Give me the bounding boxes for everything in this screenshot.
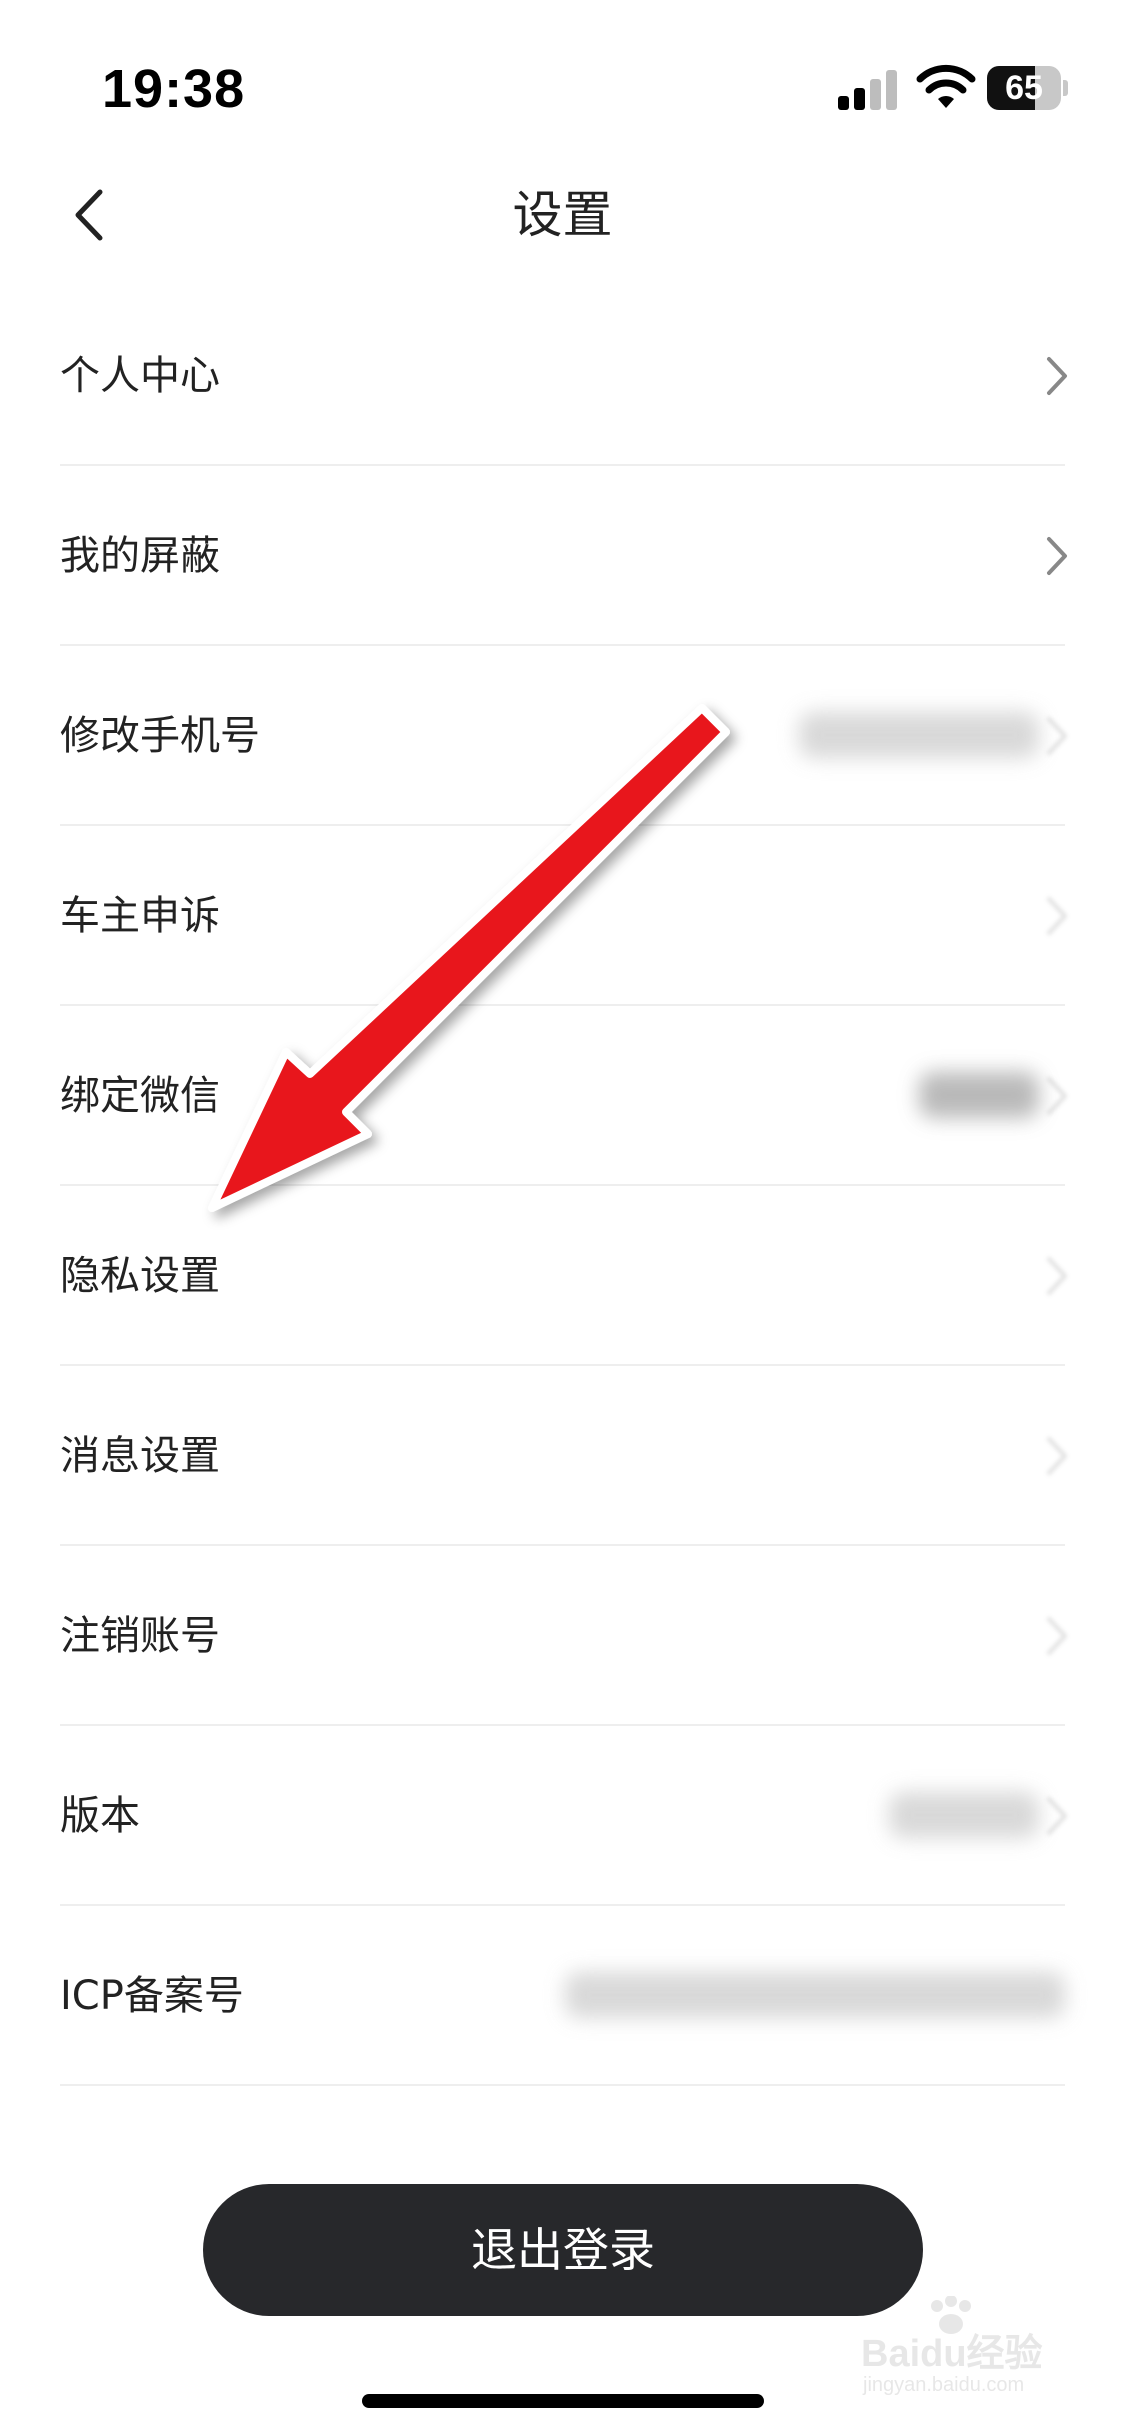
settings-item-personal-center[interactable]: 个人中心 (0, 286, 1125, 466)
settings-item-owner-appeal[interactable]: 车主申诉 (0, 826, 1125, 1006)
status-bar: 19:38 65 (0, 0, 1125, 180)
settings-item-version[interactable]: 版本 (0, 1726, 1125, 1906)
chevron-right-icon (1047, 717, 1067, 755)
chevron-right-icon (1047, 1257, 1067, 1295)
settings-item-my-blocked[interactable]: 我的屏蔽 (0, 466, 1125, 646)
settings-item-privacy[interactable]: 隐私设置 (0, 1186, 1125, 1366)
settings-item-label: 我的屏蔽 (60, 533, 220, 579)
battery-icon: 65 (987, 66, 1068, 110)
blurred-value (565, 1972, 1065, 2018)
settings-item-label: 隐私设置 (60, 1253, 220, 1299)
chevron-right-icon (1047, 897, 1067, 935)
settings-item-delete-account[interactable]: 注销账号 (0, 1546, 1125, 1726)
chevron-right-icon (1047, 1077, 1067, 1115)
blurred-value (889, 1792, 1039, 1838)
settings-item-label: 个人中心 (60, 353, 220, 399)
logout-button[interactable]: 退出登录 (203, 2184, 923, 2316)
settings-item-icp-number[interactable]: ICP备案号 (0, 1906, 1125, 2086)
page-title: 设置 (512, 186, 613, 244)
chevron-right-icon (1047, 537, 1067, 575)
chevron-right-icon (1047, 1617, 1067, 1655)
settings-list: 个人中心 我的屏蔽 修改手机号 车主申诉 绑定微信 隐私设置 消息设置 注销账号 (0, 286, 1125, 2086)
chevron-right-icon (1047, 1797, 1067, 1835)
watermark: Baidu经验 jingyan.baidu.com (855, 2296, 1075, 2406)
chevron-right-icon (1047, 1437, 1067, 1475)
chevron-right-icon (1047, 357, 1067, 395)
settings-item-label: 消息设置 (60, 1433, 220, 1479)
settings-item-label: 版本 (60, 1793, 140, 1839)
settings-item-bind-wechat[interactable]: 绑定微信 (0, 1006, 1125, 1186)
battery-cap (1063, 80, 1068, 96)
settings-item-label: 修改手机号 (60, 713, 260, 759)
battery-body: 65 (987, 66, 1061, 110)
home-indicator (362, 2394, 764, 2408)
settings-item-change-phone[interactable]: 修改手机号 (0, 646, 1125, 826)
blurred-value (919, 1072, 1039, 1118)
divider (60, 2084, 1065, 2086)
status-time: 19:38 (102, 59, 246, 119)
watermark-text: Baidu经验 (861, 2333, 1043, 2375)
wifi-icon (916, 64, 976, 108)
settings-item-label: 车主申诉 (60, 893, 220, 939)
watermark-url: jingyan.baidu.com (863, 2374, 1025, 2396)
settings-item-notifications[interactable]: 消息设置 (0, 1366, 1125, 1546)
blurred-value (799, 712, 1039, 758)
signal-icon (838, 70, 897, 110)
settings-item-label: 注销账号 (60, 1613, 220, 1659)
settings-item-label: ICP备案号 (60, 1973, 244, 2019)
settings-item-label: 绑定微信 (60, 1073, 220, 1119)
battery-percentage: 65 (1005, 69, 1043, 107)
